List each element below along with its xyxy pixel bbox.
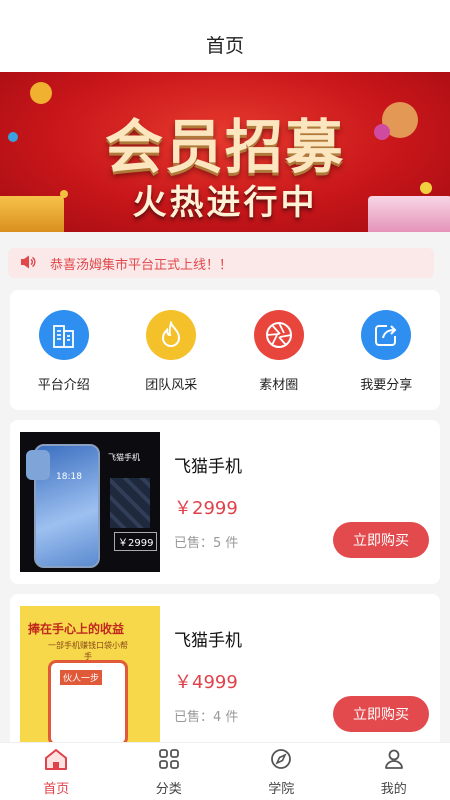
screen-time: 18:18 xyxy=(56,472,82,482)
banner-subtitle: 火热进行中 xyxy=(132,183,318,223)
quick-links: 平台介绍 团队风采 素材圈 我要分享 xyxy=(10,290,440,410)
quick-link-platform-intro[interactable]: 平台介绍 xyxy=(10,290,118,410)
tab-category[interactable]: 分类 xyxy=(113,743,226,800)
product-price: ￥2999 xyxy=(174,498,238,519)
product-name: 飞猫手机 xyxy=(174,631,242,651)
grid-icon xyxy=(157,747,181,775)
product-price: ￥4999 xyxy=(174,672,238,693)
tab-label: 分类 xyxy=(155,782,182,797)
tab-mine[interactable]: 我的 xyxy=(338,743,450,800)
product-image[interactable]: 18:18 飞猫手机 ￥2999 xyxy=(20,432,160,572)
thumb-badge: 飞猫手机 xyxy=(108,453,140,462)
quick-link-label: 素材圈 xyxy=(259,378,299,393)
quick-link-materials[interactable]: 素材圈 xyxy=(225,290,333,410)
banner-title: 会员招募 xyxy=(104,113,345,181)
quick-link-team[interactable]: 团队风采 xyxy=(118,290,226,410)
product-name: 飞猫手机 xyxy=(174,457,242,477)
quick-link-label: 平台介绍 xyxy=(37,378,90,393)
thumb-sub: 一部手机赚钱口袋小帮手 xyxy=(48,641,128,661)
tab-label: 首页 xyxy=(43,782,70,797)
aperture-icon xyxy=(253,310,304,360)
compass-icon xyxy=(269,747,293,775)
building-icon xyxy=(38,310,89,360)
thumb-headline: 捧在手心上的收益 xyxy=(28,622,125,636)
product-sold-count: 已售：5 件 xyxy=(174,536,239,551)
user-icon xyxy=(382,747,406,775)
thumb-badge: 伙人一步 xyxy=(60,670,103,685)
buy-now-button[interactable]: 立即购买 xyxy=(333,522,429,558)
camera-bump xyxy=(26,450,50,480)
nav-bar: 首页 xyxy=(0,0,450,72)
product-card[interactable]: 18:18 飞猫手机 ￥2999 飞猫手机 ￥2999 已售：5 件 立即购买 xyxy=(10,420,440,584)
bottom-tab-bar: 首页 分类 学院 我的 xyxy=(0,742,450,800)
tab-label: 学院 xyxy=(268,782,295,797)
page-title: 首页 xyxy=(205,35,244,57)
share-icon xyxy=(361,310,412,360)
tab-label: 我的 xyxy=(380,782,407,797)
product-card[interactable]: 捧在手心上的收益 一部手机赚钱口袋小帮手 伙人一步 飞猫手机 ￥4999 已售：… xyxy=(10,594,440,758)
thumb-price-tag: ￥2999 xyxy=(114,532,158,551)
tab-home[interactable]: 首页 xyxy=(0,743,113,800)
flame-icon xyxy=(146,310,197,360)
home-icon xyxy=(43,747,69,775)
notice-text: 恭喜汤姆集市平台正式上线！！ xyxy=(50,257,233,273)
hex-graphic xyxy=(110,478,150,528)
product-sold-count: 已售：4 件 xyxy=(174,710,239,725)
tab-academy[interactable]: 学院 xyxy=(225,743,338,800)
product-image[interactable]: 捧在手心上的收益 一部手机赚钱口袋小帮手 伙人一步 xyxy=(20,606,160,746)
speaker-icon xyxy=(20,254,36,273)
notice-bar[interactable]: 恭喜汤姆集市平台正式上线！！ xyxy=(8,248,434,278)
buy-now-button[interactable]: 立即购买 xyxy=(333,696,429,732)
quick-link-label: 我要分享 xyxy=(360,378,413,393)
quick-link-label: 团队风采 xyxy=(145,378,198,393)
promo-banner[interactable]: 会员招募 火热进行中 xyxy=(0,72,450,232)
quick-link-share[interactable]: 我要分享 xyxy=(333,290,441,410)
